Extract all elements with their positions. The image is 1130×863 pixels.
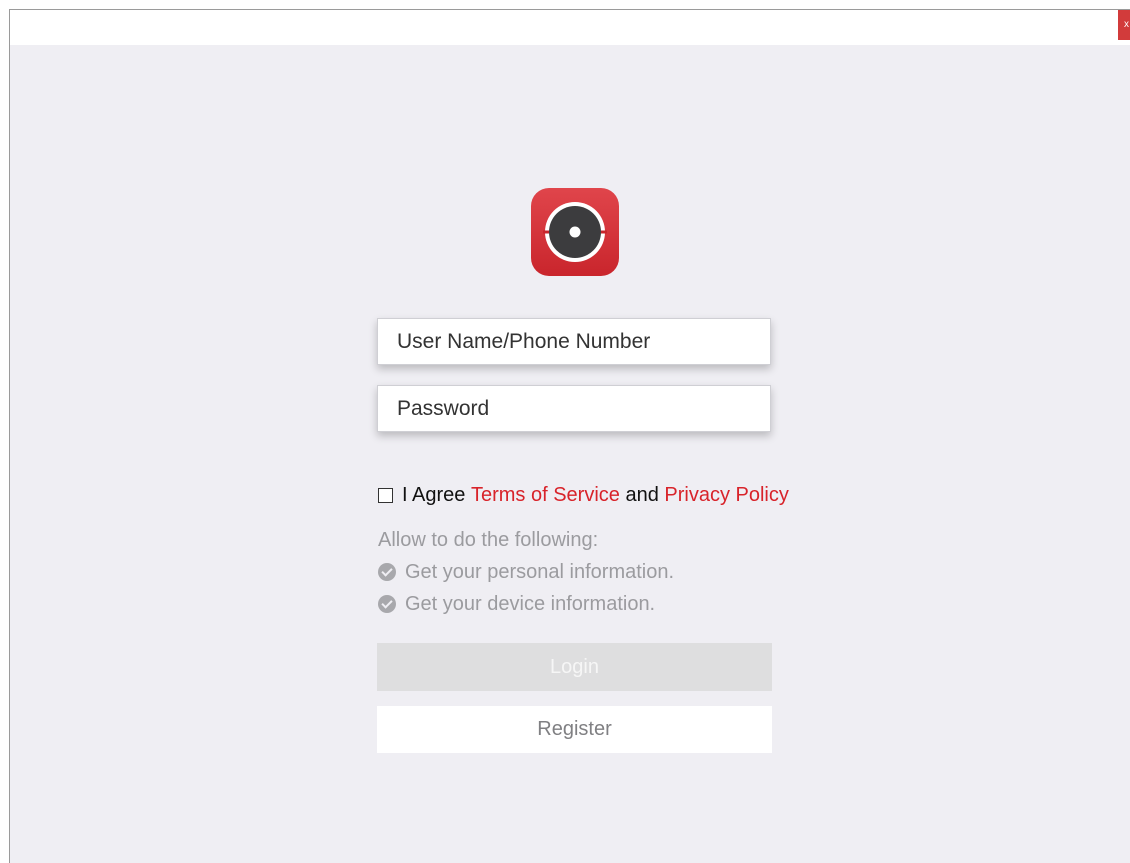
agree-and-text: and xyxy=(625,483,659,506)
password-input[interactable] xyxy=(378,386,770,431)
permission-label: Get your personal information. xyxy=(405,561,675,583)
title-bar: x xyxy=(10,10,1130,45)
register-button[interactable]: Register xyxy=(377,706,772,753)
login-window: x I Agree Terms of Service and P xyxy=(9,9,1130,863)
permission-label: Get your device information. xyxy=(405,593,656,615)
permission-item: Get your device information. xyxy=(378,588,674,620)
password-field[interactable] xyxy=(377,385,771,432)
permission-item: Get your personal information. xyxy=(378,556,674,588)
login-button[interactable]: Login xyxy=(377,643,772,691)
permissions-section: Allow to do the following: Get your pers… xyxy=(378,524,674,620)
username-field[interactable] xyxy=(377,318,771,365)
check-circle-icon xyxy=(378,595,396,613)
terms-of-service-link[interactable]: Terms of Service xyxy=(471,484,620,507)
agree-checkbox[interactable] xyxy=(378,487,393,503)
permissions-heading: Allow to do the following: xyxy=(378,529,599,551)
username-input[interactable] xyxy=(378,319,770,364)
app-logo-icon xyxy=(531,188,619,276)
agreement-row: I Agree Terms of Service and Privacy Pol… xyxy=(378,482,789,508)
check-circle-icon xyxy=(378,563,396,581)
close-button[interactable]: x xyxy=(1118,10,1130,40)
agree-prefix-text: I Agree xyxy=(402,483,466,506)
privacy-policy-link[interactable]: Privacy Policy xyxy=(664,484,788,507)
